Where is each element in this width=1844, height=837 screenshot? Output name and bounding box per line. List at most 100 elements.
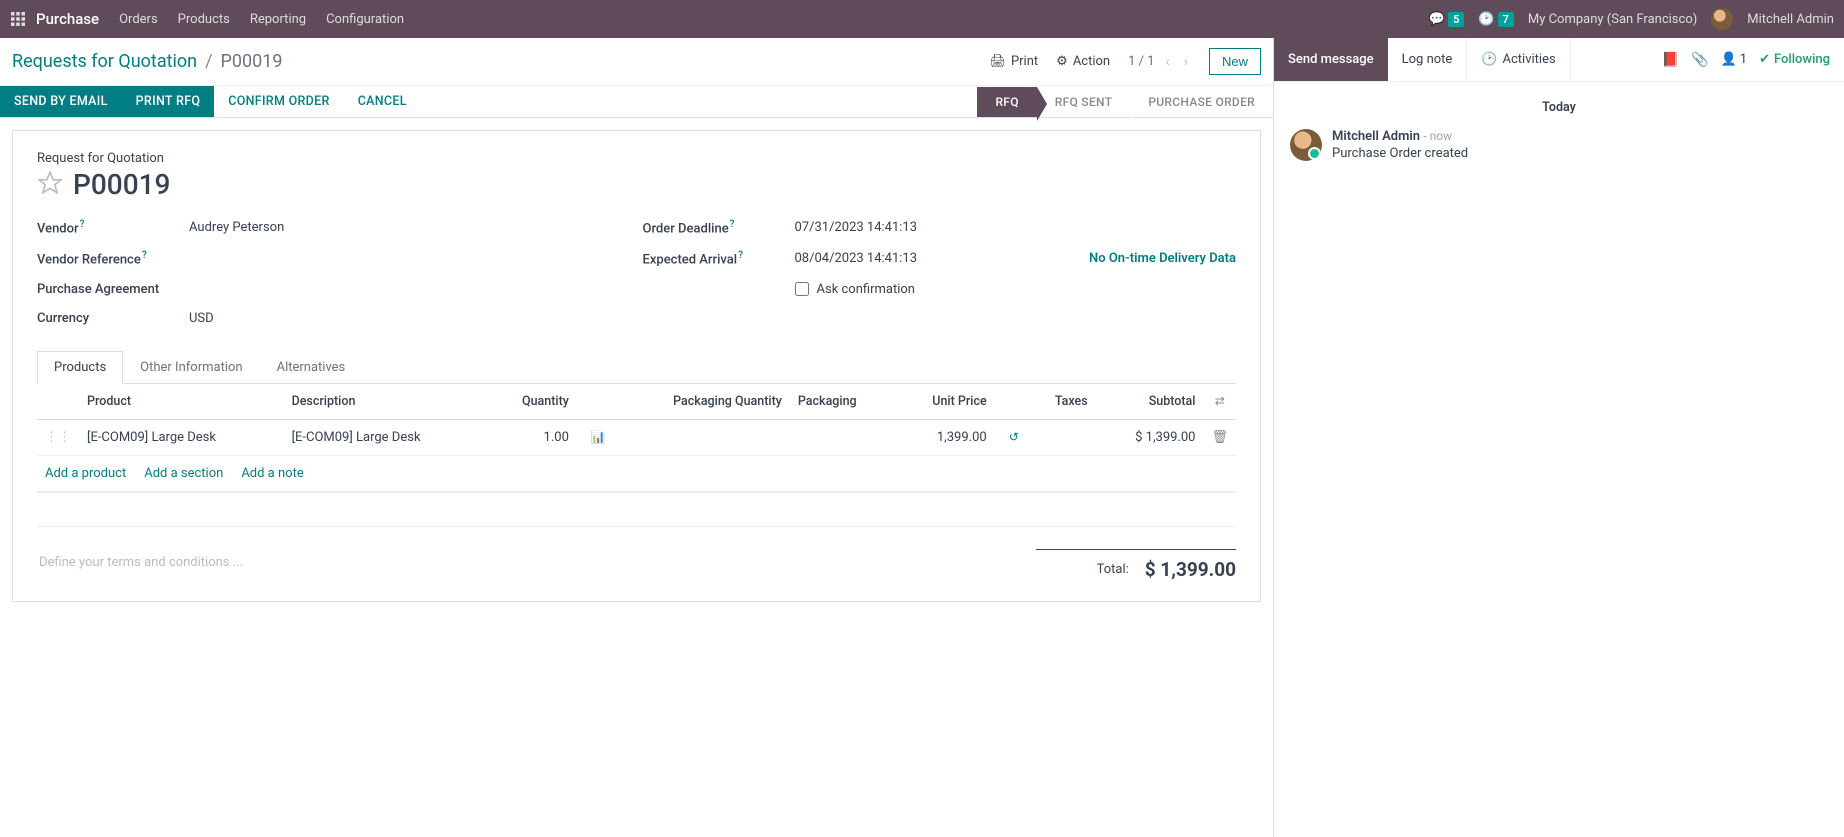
col-product[interactable]: Product (79, 384, 284, 420)
send-email-button[interactable]: SEND BY EMAIL (0, 86, 122, 117)
deadline-field[interactable]: 07/31/2023 14:41:13 (795, 220, 1237, 235)
status-purchase-order[interactable]: PURCHASE ORDER (1130, 87, 1273, 117)
col-quantity[interactable]: Quantity (488, 384, 577, 420)
total-value: $ 1,399.00 (1145, 558, 1236, 581)
book-icon[interactable]: 📕 (1662, 52, 1679, 68)
pager-value[interactable]: 1 / 1 (1128, 54, 1154, 69)
currency-label: Currency (37, 311, 177, 326)
col-taxes[interactable]: Taxes (1027, 384, 1096, 420)
following-button[interactable]: ✔ Following (1759, 52, 1830, 67)
avatar[interactable] (1290, 129, 1322, 161)
check-icon: ✔ (1759, 52, 1770, 67)
message-author[interactable]: Mitchell Admin (1332, 129, 1420, 144)
vendor-field[interactable]: Audrey Peterson (189, 220, 631, 235)
terms-input[interactable]: Define your terms and conditions ... (37, 549, 1036, 576)
col-unit-price[interactable]: Unit Price (895, 384, 994, 420)
app-brand[interactable]: Purchase (36, 10, 99, 28)
nav-configuration[interactable]: Configuration (326, 12, 404, 27)
action-button[interactable]: ⚙ Action (1056, 54, 1110, 69)
ask-confirmation-checkbox[interactable] (795, 282, 809, 296)
forecast-icon[interactable]: 📊 (591, 430, 606, 444)
line-packaging[interactable] (790, 419, 895, 455)
line-unit-price[interactable]: 1,399.00 (895, 419, 994, 455)
form-subtitle: Request for Quotation (37, 151, 1236, 166)
col-description[interactable]: Description (284, 384, 489, 420)
send-message-button[interactable]: Send message (1274, 38, 1388, 81)
activities-label: Activities (1503, 52, 1556, 67)
delete-row-icon[interactable]: 🗑 (1211, 430, 1228, 445)
topbar: Purchase Orders Products Reporting Confi… (0, 0, 1844, 38)
line-product[interactable]: [E-COM09] Large Desk (79, 419, 284, 455)
followers-button[interactable]: 👤 1 (1721, 52, 1748, 67)
confirm-order-button[interactable]: CONFIRM ORDER (214, 86, 343, 117)
help-icon[interactable]: ? (730, 219, 735, 230)
table-row[interactable]: ⋮⋮ [E-COM09] Large Desk [E-COM09] Large … (37, 419, 1236, 455)
message-body: Purchase Order created (1332, 146, 1828, 161)
totals: Total: $ 1,399.00 (1036, 549, 1236, 581)
breadcrumb-sep: / (205, 51, 212, 72)
tab-alternatives[interactable]: Alternatives (260, 351, 363, 384)
nav-products[interactable]: Products (178, 12, 230, 27)
avatar[interactable] (1711, 8, 1733, 30)
attachment-icon[interactable]: 📎 (1691, 52, 1708, 68)
breadcrumb-root[interactable]: Requests for Quotation (12, 51, 197, 72)
cancel-button[interactable]: CANCEL (344, 86, 421, 117)
vendor-label: Vendor? (37, 219, 177, 236)
arrival-field[interactable]: 08/04/2023 14:41:13 (795, 251, 918, 266)
add-note-link[interactable]: Add a note (241, 466, 303, 481)
line-pkg-qty[interactable] (614, 419, 790, 455)
add-section-link[interactable]: Add a section (144, 466, 223, 481)
form-sheet: Request for Quotation P00019 Vendor? Aud… (12, 130, 1261, 602)
order-lines-table: Product Description Quantity Packaging Q… (37, 384, 1236, 527)
total-label: Total: (1097, 562, 1129, 577)
nav-reporting[interactable]: Reporting (250, 12, 306, 27)
company-switcher[interactable]: My Company (San Francisco) (1528, 12, 1697, 27)
follower-count-value: 1 (1740, 52, 1747, 67)
line-taxes[interactable] (1027, 419, 1096, 455)
new-button[interactable]: New (1209, 48, 1261, 75)
user-menu[interactable]: Mitchell Admin (1747, 12, 1834, 27)
form-view: Requests for Quotation / P00019 🖨 Print … (0, 38, 1274, 837)
optional-columns-icon[interactable]: ⇄ (1215, 394, 1225, 408)
tab-other-info[interactable]: Other Information (123, 351, 259, 384)
status-rfq[interactable]: RFQ (977, 87, 1036, 117)
activities-button[interactable]: 🕑 7 (1478, 12, 1513, 27)
print-label: Print (1011, 54, 1038, 69)
person-icon: 👤 (1721, 52, 1737, 67)
price-history-icon[interactable]: ↺ (1009, 430, 1019, 444)
message: Mitchell Admin - now Purchase Order crea… (1290, 129, 1828, 161)
log-note-button[interactable]: Log note (1388, 38, 1467, 81)
purchase-agmt-label: Purchase Agreement (37, 282, 177, 297)
help-icon[interactable]: ? (738, 250, 743, 261)
pager-prev[interactable]: ‹ (1163, 54, 1173, 70)
col-pkg-qty[interactable]: Packaging Quantity (614, 384, 790, 420)
chatter: Send message Log note 🕑 Activities 📕 📎 👤… (1274, 38, 1844, 837)
activities-tab[interactable]: 🕑 Activities (1466, 38, 1570, 81)
star-icon[interactable] (37, 170, 63, 200)
topbar-right: 💬 5 🕑 7 My Company (San Francisco) Mitch… (1429, 8, 1834, 30)
add-product-link[interactable]: Add a product (45, 466, 126, 481)
help-icon[interactable]: ? (142, 250, 147, 261)
pager-next[interactable]: › (1181, 54, 1191, 70)
following-label: Following (1774, 52, 1830, 67)
action-label: Action (1073, 54, 1110, 69)
ontime-link[interactable]: No On-time Delivery Data (1089, 251, 1236, 266)
print-button[interactable]: 🖨 Print (989, 54, 1038, 69)
tab-products[interactable]: Products (37, 351, 123, 384)
messages-button[interactable]: 💬 5 (1429, 12, 1464, 27)
line-description[interactable]: [E-COM09] Large Desk (284, 419, 489, 455)
apps-icon[interactable] (10, 11, 26, 27)
col-subtotal[interactable]: Subtotal (1096, 384, 1204, 420)
nav-orders[interactable]: Orders (119, 12, 158, 27)
drag-handle-icon[interactable]: ⋮⋮ (37, 419, 79, 455)
clock-icon: 🕑 (1478, 12, 1494, 27)
line-quantity[interactable]: 1.00 (488, 419, 577, 455)
col-packaging[interactable]: Packaging (790, 384, 895, 420)
print-rfq-button[interactable]: PRINT RFQ (122, 86, 215, 117)
chatter-thread: Today Mitchell Admin - now Purchase Orde… (1274, 82, 1844, 837)
chatter-topbar: Send message Log note 🕑 Activities 📕 📎 👤… (1274, 38, 1844, 82)
status-rfq-sent[interactable]: RFQ SENT (1037, 87, 1131, 117)
currency-field[interactable]: USD (189, 311, 631, 326)
arrival-label: Expected Arrival? (643, 250, 783, 267)
help-icon[interactable]: ? (80, 219, 85, 230)
